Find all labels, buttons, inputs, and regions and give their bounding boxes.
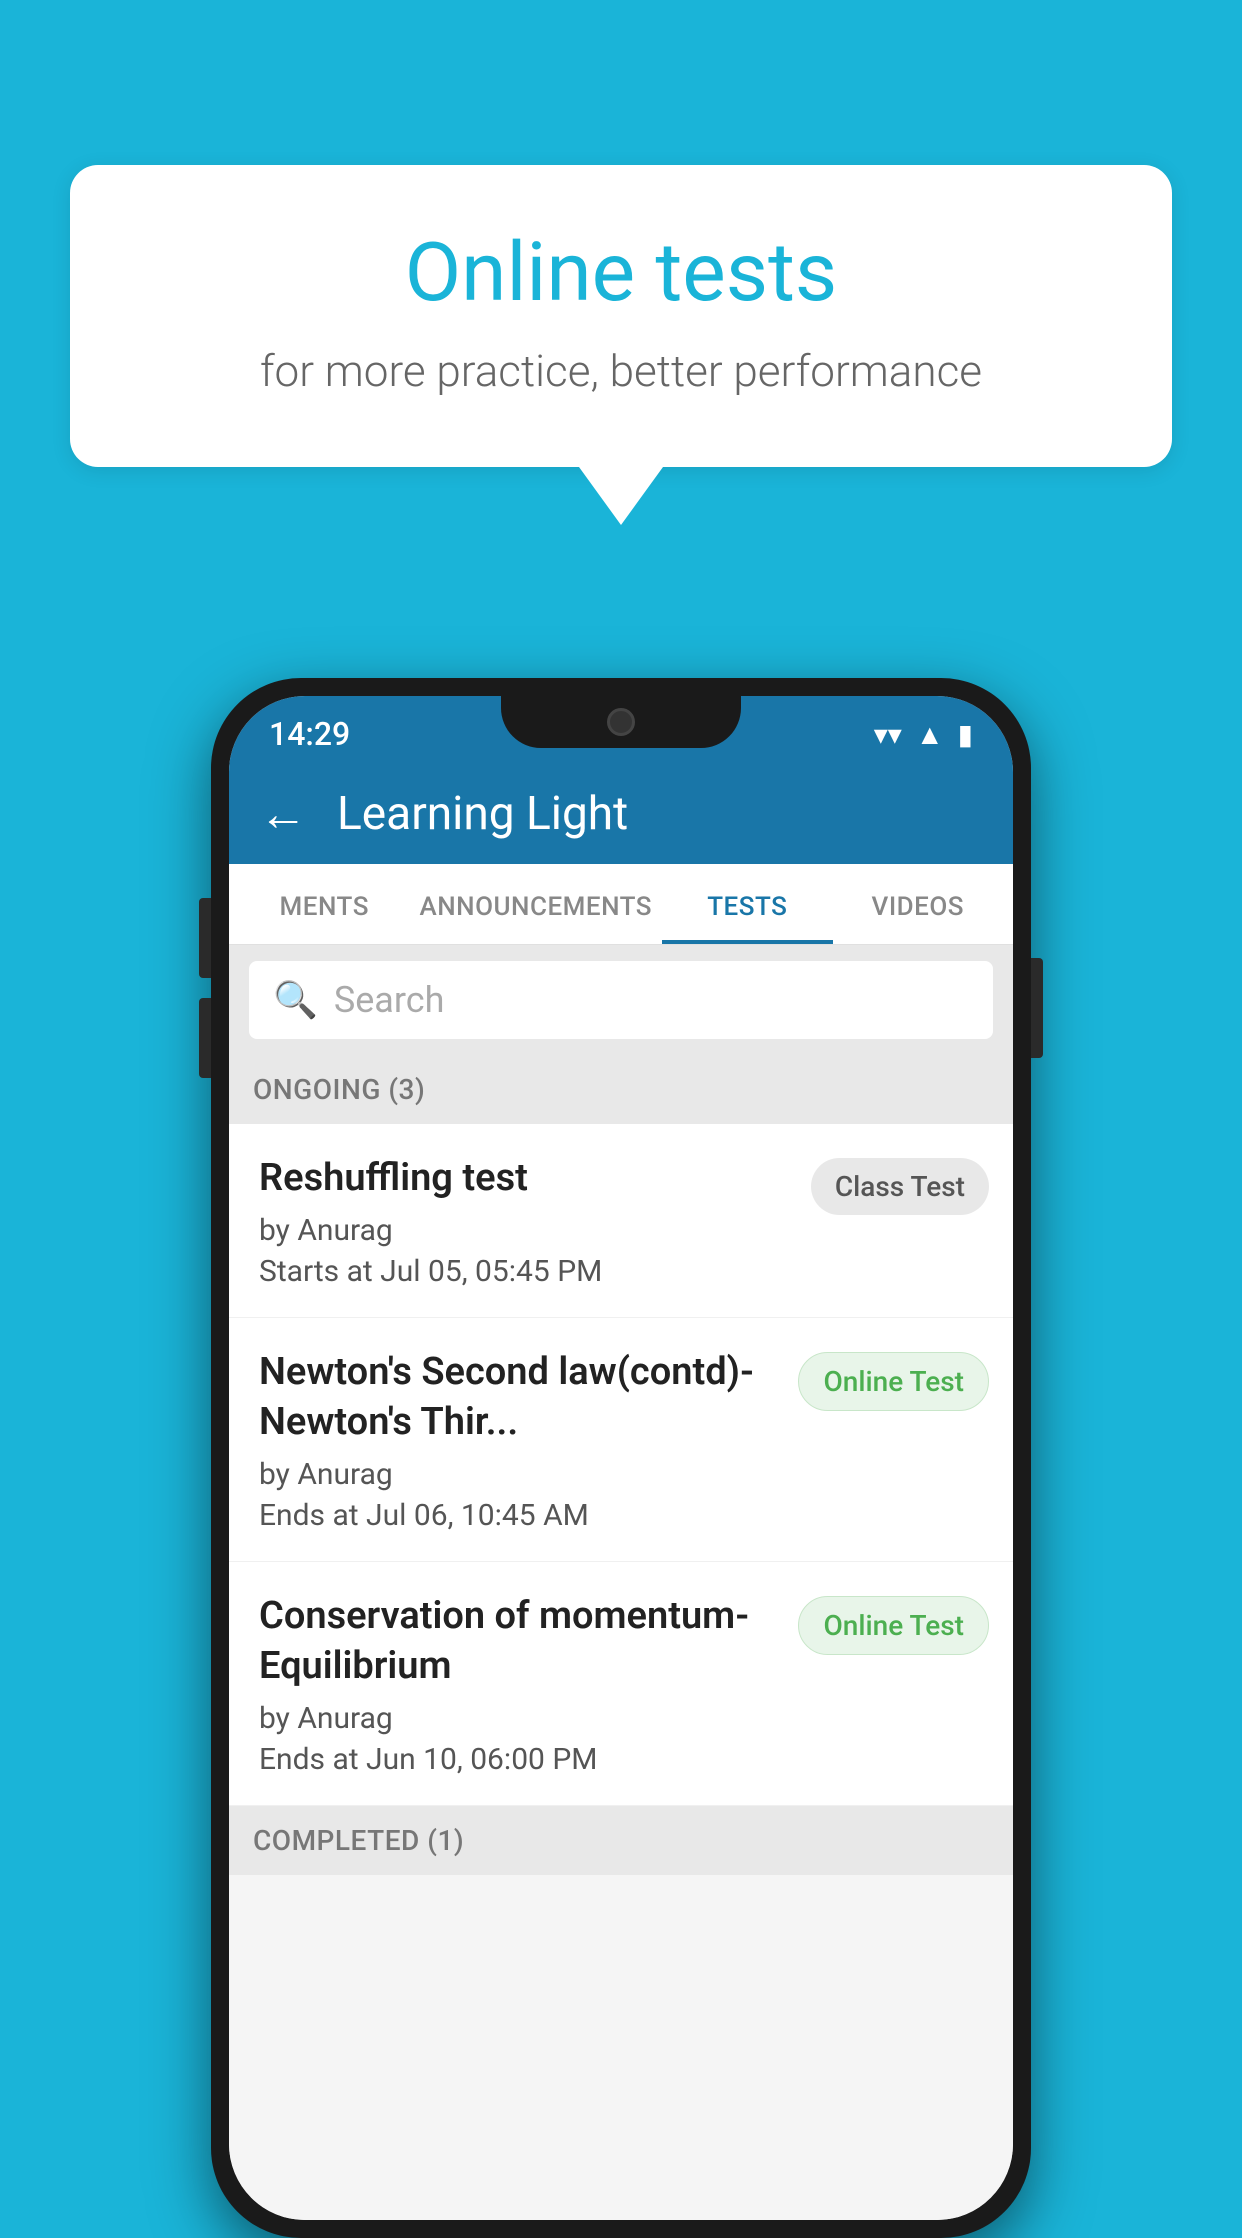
ongoing-label: ONGOING (3) [253,1073,425,1106]
tab-ments[interactable]: MENTS [239,864,409,944]
test-item-content: Conservation of momentum-Equilibrium by … [259,1592,798,1777]
test-time: Ends at Jul 06, 10:45 AM [259,1498,778,1533]
front-camera [607,708,635,736]
speech-bubble-arrow [579,467,663,525]
search-box[interactable]: 🔍 Search [249,961,993,1039]
ongoing-section-header: ONGOING (3) [229,1055,1013,1124]
search-container: 🔍 Search [229,945,1013,1055]
battery-icon: ▮ [958,718,973,751]
test-author: by Anurag [259,1457,778,1492]
test-author: by Anurag [259,1701,778,1736]
promo-section: Online tests for more practice, better p… [70,165,1172,525]
test-item[interactable]: Reshuffling test by Anurag Starts at Jul… [229,1124,1013,1318]
test-item-content: Reshuffling test by Anurag Starts at Jul… [259,1154,811,1289]
tabs-bar: MENTS ANNOUNCEMENTS TESTS VIDEOS [229,864,1013,945]
completed-label: COMPLETED (1) [253,1824,464,1857]
back-button[interactable]: ← [259,790,307,838]
promo-title: Online tests [150,225,1092,321]
search-input[interactable]: Search [334,979,445,1021]
power-button[interactable] [1031,958,1043,1058]
test-title: Reshuffling test [259,1154,791,1203]
volume-down-button[interactable] [199,998,211,1078]
test-title: Newton's Second law(contd)-Newton's Thir… [259,1348,778,1447]
completed-section-header: COMPLETED (1) [229,1806,1013,1875]
promo-subtitle: for more practice, better performance [150,345,1092,397]
phone-notch [501,696,741,748]
phone-content: 🔍 Search ONGOING (3) Reshuffling test by… [229,945,1013,2220]
app-header: ← Learning Light [229,764,1013,864]
test-badge: Class Test [811,1158,989,1215]
tab-videos[interactable]: VIDEOS [833,864,1003,944]
wifi-icon: ▾▾ [874,718,902,751]
tab-announcements[interactable]: ANNOUNCEMENTS [409,864,662,944]
search-icon: 🔍 [273,979,318,1021]
phone-screen: 14:29 ▾▾ ▲ ▮ ← Learning Light MENTS ANNO… [229,696,1013,2220]
signal-icon: ▲ [916,718,944,751]
test-item[interactable]: Conservation of momentum-Equilibrium by … [229,1562,1013,1806]
test-item-content: Newton's Second law(contd)-Newton's Thir… [259,1348,798,1533]
app-title: Learning Light [337,787,628,841]
speech-bubble: Online tests for more practice, better p… [70,165,1172,467]
test-badge: Online Test [798,1596,989,1655]
volume-up-button[interactable] [199,898,211,978]
status-time: 14:29 [269,715,350,753]
status-icons: ▾▾ ▲ ▮ [874,718,973,751]
test-time: Starts at Jul 05, 05:45 PM [259,1254,791,1289]
test-badge: Online Test [798,1352,989,1411]
tab-tests[interactable]: TESTS [662,864,832,944]
test-time: Ends at Jun 10, 06:00 PM [259,1742,778,1777]
test-item[interactable]: Newton's Second law(contd)-Newton's Thir… [229,1318,1013,1562]
phone-frame: 14:29 ▾▾ ▲ ▮ ← Learning Light MENTS ANNO… [211,678,1031,2238]
test-author: by Anurag [259,1213,791,1248]
test-title: Conservation of momentum-Equilibrium [259,1592,778,1691]
